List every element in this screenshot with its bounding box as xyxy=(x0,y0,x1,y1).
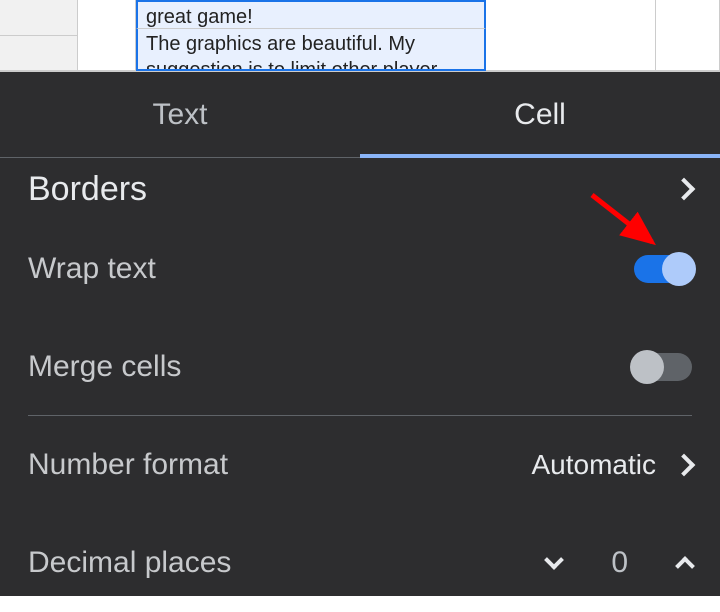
merge-cells-row: Merge cells xyxy=(28,318,692,416)
decimal-places-label: Decimal places xyxy=(28,546,231,580)
wrap-text-label: Wrap text xyxy=(28,252,156,286)
wrap-text-toggle[interactable] xyxy=(634,255,692,283)
chevron-right-icon xyxy=(673,454,696,477)
wrap-text-row: Wrap text xyxy=(28,220,692,318)
spreadsheet-area: great game! The graphics are beautiful. … xyxy=(0,0,720,72)
number-format-value-group: Automatic xyxy=(532,449,693,481)
merge-cells-toggle[interactable] xyxy=(634,353,692,381)
tab-text[interactable]: Text xyxy=(0,72,360,157)
toggle-knob xyxy=(662,252,696,286)
merge-cells-label: Merge cells xyxy=(28,350,181,384)
format-tabs: Text Cell xyxy=(0,72,720,158)
settings-list: Borders Wrap text Merge cells Number for… xyxy=(0,158,720,612)
blank-cell-column xyxy=(78,0,136,71)
selected-cell[interactable]: The graphics are beautiful. My suggestio… xyxy=(136,28,486,71)
borders-label: Borders xyxy=(28,170,147,209)
spreadsheet-cell[interactable] xyxy=(486,0,656,71)
row-header[interactable] xyxy=(0,36,78,72)
borders-row[interactable]: Borders xyxy=(28,158,692,220)
tab-cell[interactable]: Cell xyxy=(360,72,720,157)
decimal-places-row: Decimal places 0 xyxy=(28,514,692,612)
spreadsheet-cell[interactable] xyxy=(656,0,720,71)
chevron-up-icon[interactable] xyxy=(675,556,695,576)
right-cells xyxy=(486,0,720,71)
format-panel: Text Cell Borders Wrap text Merge cells … xyxy=(0,72,720,596)
selected-cell[interactable]: great game! xyxy=(136,0,486,28)
row-header[interactable] xyxy=(0,0,78,36)
selected-cell-column: great game! The graphics are beautiful. … xyxy=(136,0,486,71)
number-format-row[interactable]: Number format Automatic xyxy=(28,416,692,514)
number-format-label: Number format xyxy=(28,448,228,482)
decimal-places-value: 0 xyxy=(611,546,628,580)
decimal-places-controls: 0 xyxy=(547,546,692,580)
row-header-column xyxy=(0,0,78,71)
chevron-right-icon xyxy=(673,178,696,201)
chevron-down-icon[interactable] xyxy=(544,550,564,570)
toggle-knob xyxy=(630,350,664,384)
number-format-value: Automatic xyxy=(532,449,657,481)
spreadsheet-cell[interactable] xyxy=(78,0,136,71)
